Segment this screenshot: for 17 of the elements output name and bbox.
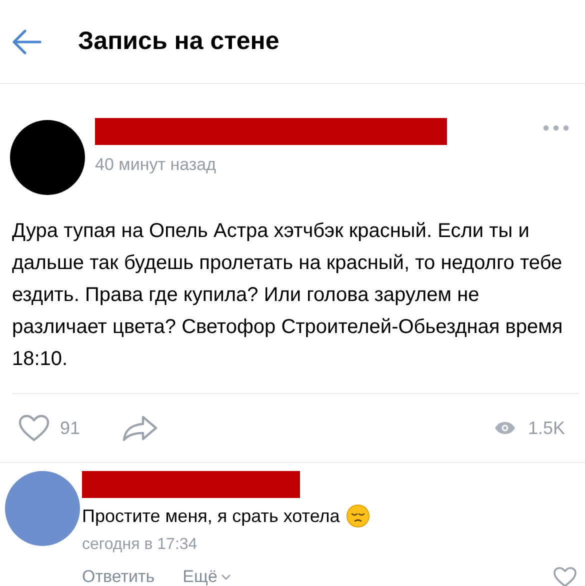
heart-icon[interactable]: [18, 414, 50, 442]
comment-text: Простите меня, я срать хотела: [82, 506, 340, 526]
more-icon[interactable]: [543, 125, 569, 131]
page-title: Запись на стене: [78, 27, 280, 56]
comment-action-link[interactable]: Ещё: [182, 567, 218, 586]
view-count: 1.5K: [528, 418, 565, 438]
comment-action-link[interactable]: Ответить: [82, 567, 155, 586]
heart-icon[interactable]: [553, 566, 577, 586]
like-count: 91: [60, 418, 80, 438]
comment-time: сегодня в 17:34: [82, 536, 198, 554]
emoji-icon: [346, 504, 370, 528]
post-time: 40 минут назад: [95, 155, 218, 175]
share-icon[interactable]: [122, 415, 158, 441]
post-text: Дура тупая на Опель Астра хэтчбэк красный. Если ты и дальше так будешь пролетать на красный, то недолго тебе ездить. Права где купила? Или голова зарулем не различает цвета? Светофор Строителей-Обьездная время 18:10.: [12, 215, 579, 394]
caret-icon[interactable]: [221, 574, 232, 580]
eye-icon: [494, 421, 516, 435]
back-arrow-icon[interactable]: [12, 28, 42, 54]
